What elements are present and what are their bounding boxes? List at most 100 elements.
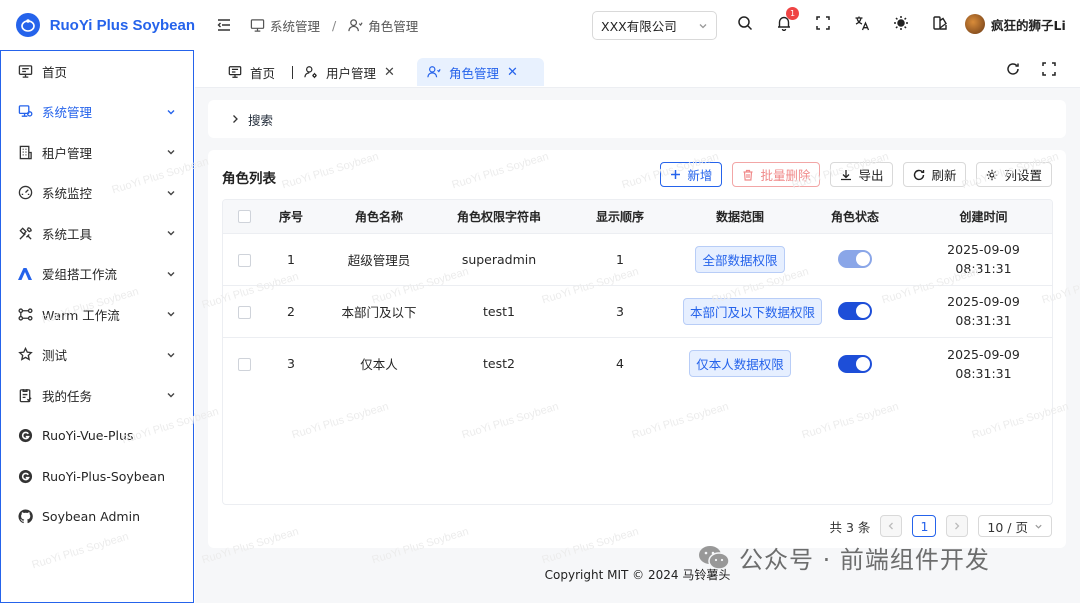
sidebar-item[interactable]: 爱组搭工作流 bbox=[1, 254, 193, 295]
row-select-cell[interactable] bbox=[223, 285, 265, 337]
chevron-down-icon[interactable] bbox=[165, 389, 177, 401]
tab-home[interactable]: 首页 bbox=[218, 58, 285, 86]
search-panel[interactable]: 搜索 bbox=[208, 100, 1066, 138]
cell-index: 3 bbox=[287, 356, 295, 372]
pagination: 共 3 条 1 10 / 页 bbox=[830, 515, 1052, 537]
tab-role-management[interactable]: 角色管理 ✕ bbox=[417, 58, 544, 86]
wechat-account-text: 公众号 · 前端组件开发 bbox=[739, 546, 990, 574]
table-header-row: 序号 角色名称 角色权限字符串 显示顺序 数据范围 角色状态 创建时间 bbox=[223, 200, 1052, 233]
breadcrumb-item-system[interactable]: 系统管理 bbox=[250, 16, 320, 35]
sidebar-item-label: 测试 bbox=[42, 348, 68, 364]
chevron-down-icon[interactable] bbox=[165, 349, 177, 361]
top-header: 系统管理 / 角色管理 XXX有限公司 1 疯狂的狮子Li bbox=[195, 0, 1080, 50]
chevron-down-icon bbox=[699, 23, 707, 28]
cell-data-scope: 全部数据权限 bbox=[683, 233, 797, 285]
toggle-knob bbox=[856, 252, 870, 267]
column-header: 角色权限字符串 bbox=[456, 209, 541, 224]
search-icon[interactable] bbox=[735, 13, 755, 33]
export-label: 导出 bbox=[858, 169, 884, 183]
column-header: 创建时间 bbox=[959, 209, 1008, 224]
cell-order: 4 bbox=[616, 356, 624, 372]
tabs-actions bbox=[1006, 62, 1056, 79]
batch-delete-label: 批量删除 bbox=[760, 169, 811, 183]
sidebar-item[interactable]: Warm 工作流 bbox=[1, 294, 193, 335]
aizu-logo-icon bbox=[17, 266, 33, 282]
close-icon[interactable]: ✕ bbox=[384, 65, 395, 80]
chevron-down-icon[interactable] bbox=[165, 187, 177, 199]
tab-user-management[interactable]: 用户管理 ✕ bbox=[294, 58, 405, 86]
row-checkbox[interactable] bbox=[237, 358, 251, 372]
next-page-button[interactable] bbox=[946, 515, 969, 537]
refresh-button[interactable]: 刷新 bbox=[903, 162, 967, 187]
chevron-left-icon bbox=[889, 522, 894, 530]
cell-index: 2 bbox=[287, 303, 295, 319]
g-logo-icon bbox=[17, 468, 33, 484]
page-size-select[interactable]: 10 / 页 bbox=[978, 515, 1052, 537]
fullscreen-icon[interactable] bbox=[813, 13, 833, 33]
app-logo[interactable]: RuoYi Plus Soybean bbox=[0, 0, 195, 50]
cell-role-name: 本部门及以下 bbox=[341, 304, 417, 320]
batch-delete-button[interactable]: 批量删除 bbox=[732, 162, 821, 187]
sidebar-item-label: RuoYi-Plus-Soybean bbox=[42, 468, 166, 484]
status-toggle[interactable] bbox=[838, 302, 872, 321]
export-button[interactable]: 导出 bbox=[830, 162, 894, 187]
sidebar-item[interactable]: 我的任务 bbox=[1, 375, 193, 416]
sidebar-item[interactable]: 首页 bbox=[1, 51, 193, 92]
chevron-down-icon[interactable] bbox=[165, 268, 177, 280]
sidebar-item[interactable]: RuoYi-Vue-Plus bbox=[1, 416, 193, 457]
sidebar-item[interactable]: 系统工具 bbox=[1, 213, 193, 254]
prev-page-button[interactable] bbox=[880, 515, 903, 537]
total-count: 共 3 条 bbox=[829, 519, 871, 535]
column-settings-button[interactable]: 列设置 bbox=[976, 162, 1052, 187]
row-select-cell[interactable] bbox=[223, 338, 265, 390]
sidebar-item[interactable]: Soybean Admin bbox=[1, 497, 193, 538]
add-button[interactable]: 新增 bbox=[660, 162, 723, 187]
status-toggle[interactable] bbox=[838, 250, 872, 269]
company-select-value: XXX有限公司 bbox=[601, 19, 677, 34]
close-icon[interactable]: ✕ bbox=[507, 65, 518, 80]
sidebar-item[interactable]: 系统管理 bbox=[1, 92, 193, 133]
sidebar-item-label: 系统管理 bbox=[42, 105, 93, 121]
theme-config-icon[interactable] bbox=[930, 13, 950, 33]
theme-sun-icon[interactable] bbox=[891, 13, 911, 33]
table-row: 1 超级管理员 superadmin 1 全部数据权限 2025-09-09 08:31:3… bbox=[223, 233, 1052, 285]
chevron-down-icon[interactable] bbox=[165, 308, 177, 320]
sidebar-item-label: Soybean Admin bbox=[42, 509, 140, 525]
tools-icon bbox=[17, 225, 33, 241]
user-menu[interactable]: 疯狂的狮子Li bbox=[965, 14, 1066, 34]
bell-icon[interactable]: 1 bbox=[774, 7, 799, 33]
row-select-cell[interactable] bbox=[223, 233, 265, 285]
status-toggle[interactable] bbox=[838, 354, 872, 373]
sidebar-item[interactable]: 系统监控 bbox=[1, 173, 193, 214]
select-all-checkbox-cell[interactable] bbox=[223, 200, 265, 233]
cell-status bbox=[797, 338, 913, 390]
select-all-checkbox[interactable] bbox=[237, 210, 251, 224]
create-time: 08:31:31 bbox=[955, 365, 1012, 381]
sidebar-item[interactable]: RuoYi-Plus-Soybean bbox=[1, 456, 193, 497]
column-header: 序号 bbox=[278, 209, 303, 224]
row-checkbox[interactable] bbox=[237, 253, 251, 267]
sidebar-item[interactable]: 租户管理 bbox=[1, 132, 193, 173]
fullscreen-icon[interactable] bbox=[1042, 62, 1056, 79]
company-select[interactable]: XXX有限公司 bbox=[592, 11, 717, 40]
column-header: 数据范围 bbox=[715, 209, 764, 224]
chevron-down-icon[interactable] bbox=[165, 106, 177, 118]
breadcrumb-item-role[interactable]: 角色管理 bbox=[348, 16, 418, 35]
menu-collapse-icon[interactable] bbox=[216, 17, 232, 33]
notification-badge: 1 bbox=[786, 7, 799, 20]
add-button-label: 新增 bbox=[687, 169, 713, 183]
sidebar-item[interactable]: 测试 bbox=[1, 335, 193, 376]
data-scope-tag: 全部数据权限 bbox=[695, 245, 785, 273]
page-number-button[interactable]: 1 bbox=[912, 515, 937, 537]
cell-data-scope: 仅本人数据权限 bbox=[683, 338, 797, 390]
row-checkbox[interactable] bbox=[237, 305, 251, 319]
chevron-down-icon[interactable] bbox=[165, 146, 177, 158]
cell-create-time: 2025-09-09 08:31:31 bbox=[913, 233, 1052, 285]
column-settings-label: 列设置 bbox=[1004, 169, 1042, 183]
chevron-down-icon[interactable] bbox=[165, 227, 177, 239]
user-role-icon bbox=[427, 66, 441, 78]
reload-icon[interactable] bbox=[1006, 62, 1020, 79]
language-icon[interactable] bbox=[852, 13, 872, 33]
sidebar-item-label: 系统工具 bbox=[42, 226, 93, 242]
task-icon bbox=[17, 387, 33, 403]
